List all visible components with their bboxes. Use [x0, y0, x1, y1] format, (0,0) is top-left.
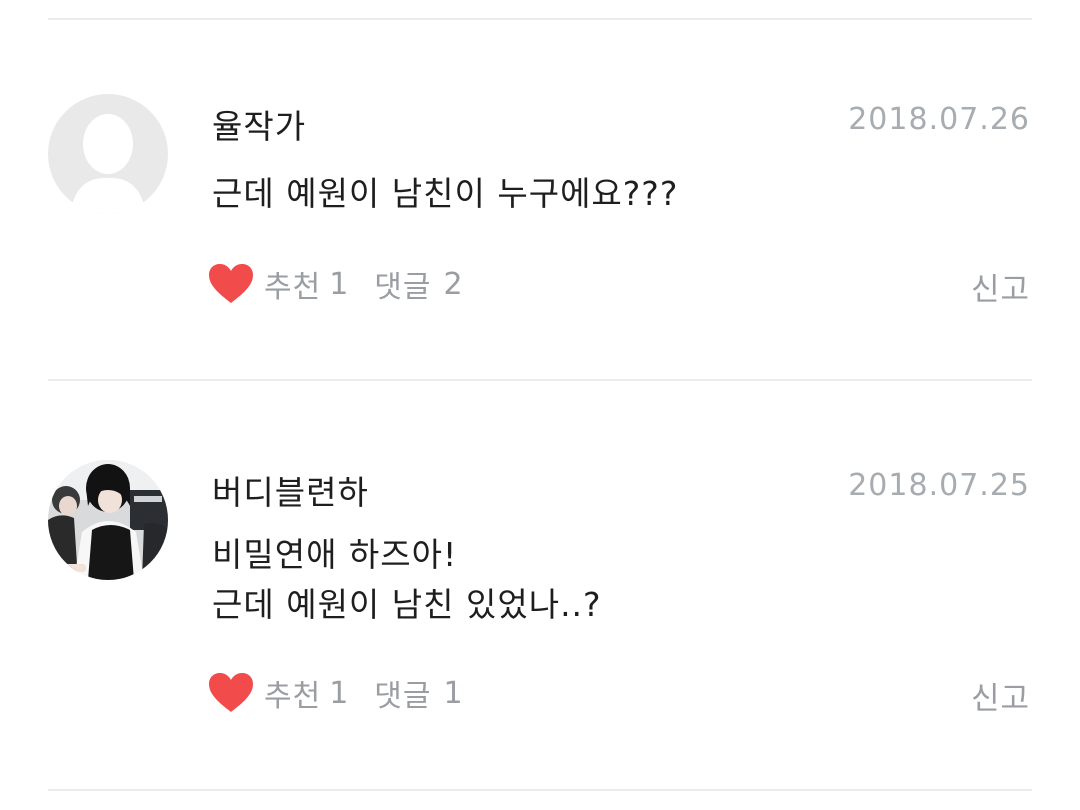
like-count: 1 [329, 266, 349, 302]
avatar[interactable] [48, 460, 168, 580]
divider [48, 18, 1032, 20]
comment-text-line: 근데 예원이 남친이 누구에요??? [212, 174, 679, 213]
heart-icon [209, 264, 253, 303]
divider [48, 789, 1032, 791]
report-button[interactable]: 신고 [971, 673, 1030, 718]
reply-label: 댓글 [374, 270, 432, 305]
comment-author[interactable]: 율작가 [212, 100, 306, 148]
comment-date: 2018.07.26 [848, 102, 1030, 137]
reply-button[interactable]: 댓글 2 [374, 262, 462, 306]
reply-count: 1 [443, 675, 463, 711]
like-label: 추천 [264, 679, 322, 714]
comment-text-line: 근데 예원이 남친 있었나..? [212, 585, 602, 624]
reply-button[interactable]: 댓글 1 [374, 671, 462, 715]
report-button[interactable]: 신고 [971, 264, 1030, 309]
like-button[interactable]: 추천 1 [208, 671, 348, 715]
like-button[interactable]: 추천 1 [208, 262, 348, 306]
comment-body: 근데 예원이 남친이 누구에요??? [212, 169, 678, 219]
like-count: 1 [329, 675, 349, 711]
avatar[interactable] [48, 94, 168, 214]
comment-author[interactable]: 버디블련하 [212, 466, 369, 514]
reply-count: 2 [443, 266, 463, 302]
default-user-icon [48, 94, 168, 214]
heart-icon [209, 673, 253, 712]
reply-label: 댓글 [374, 679, 432, 714]
divider [48, 379, 1032, 381]
comment-body: 비밀연애 하즈아! 근데 예원이 남친 있었나..? [212, 530, 602, 630]
comment-date: 2018.07.25 [848, 468, 1030, 503]
comment-actions: 추천 1 댓글 1 [208, 670, 463, 716]
comment-actions: 추천 1 댓글 2 [208, 261, 463, 307]
like-label: 추천 [264, 270, 322, 305]
comment-text-line: 비밀연애 하즈아! [212, 535, 458, 574]
user-photo [48, 460, 168, 580]
